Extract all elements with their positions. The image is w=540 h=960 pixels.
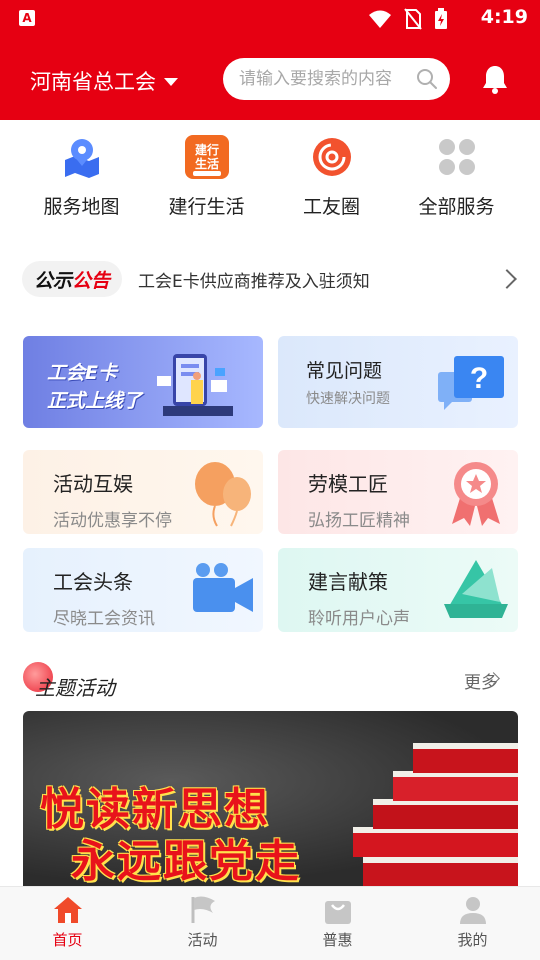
phone-illustration-icon (157, 354, 233, 416)
status-bar: A 4:19 (0, 0, 540, 36)
status-icons (368, 8, 448, 30)
region-label: 河南省总工会 (30, 70, 156, 94)
status-time: 4:19 (480, 6, 528, 28)
tab-label: 活动 (187, 931, 218, 949)
ecard-banner[interactable]: 工会E卡 正式上线了 (23, 336, 263, 428)
svg-text:生活: 生活 (194, 156, 218, 171)
card-union-news[interactable]: 工会头条 尽晓工会资讯 (23, 548, 263, 632)
notice-tag-part1: 公示 (34, 269, 73, 292)
search-icon[interactable] (416, 68, 438, 90)
question-bubble-icon: ? (438, 356, 504, 410)
tab-label: 首页 (52, 931, 83, 949)
section-title: 主题活动 (35, 676, 115, 700)
shopping-bag-icon (324, 901, 351, 924)
quick-item-workmates[interactable]: 工友圈 (269, 120, 394, 232)
tab-home[interactable]: 首页 (0, 887, 135, 960)
app-header: 河南省总工会 (0, 36, 540, 120)
user-icon (459, 897, 486, 924)
svg-text:?: ? (470, 362, 488, 395)
card-activities[interactable]: 活动互娱 活动优惠享不停 (23, 450, 263, 534)
quick-access-row: 服务地图 建行 生活 建行生活 工友圈 全部服务 (0, 120, 540, 232)
feature-line2: 永远跟党走 (71, 836, 301, 886)
circle-swirl-icon (309, 134, 355, 180)
theme-activity-banner[interactable]: 悦读新思想 永远跟党走 (23, 711, 518, 886)
award-medal-icon (452, 462, 500, 526)
card-subtitle: 弘扬工匠精神 (308, 511, 410, 531)
ccb-life-icon: 建行 生活 (184, 134, 230, 180)
svg-text:建行: 建行 (193, 142, 218, 157)
notice-tag: 公示 公告 (22, 261, 123, 297)
bottom-tab-bar: 首页 活动 普惠 我的 (0, 886, 540, 960)
quick-label: 建行生活 (168, 196, 245, 218)
faq-card[interactable]: 常见问题 快速解决问题 ? (278, 336, 518, 428)
books-image (353, 743, 518, 886)
bell-icon[interactable] (481, 64, 509, 94)
quick-label: 全部服务 (418, 196, 495, 218)
card-subtitle: 尽晓工会资讯 (53, 609, 155, 629)
chevron-right-icon[interactable] (497, 269, 517, 289)
envelope-paper-icon (444, 560, 508, 618)
tab-benefits[interactable]: 普惠 (270, 887, 405, 960)
faq-title: 常见问题 (306, 360, 383, 382)
app-notification-icon: A (19, 10, 35, 26)
region-selector[interactable]: 河南省总工会 (30, 66, 178, 96)
wifi-icon (369, 10, 391, 28)
battery-charging-icon (435, 8, 447, 29)
caret-down-icon (164, 78, 178, 86)
faq-subtitle: 快速解决问题 (306, 391, 390, 407)
balloons-icon (195, 462, 251, 527)
theme-activities-header: 主题活动 更多 (23, 660, 518, 700)
card-title: 劳模工匠 (308, 472, 388, 496)
grid-icon (434, 134, 480, 180)
tab-activities[interactable]: 活动 (135, 887, 270, 960)
tab-profile[interactable]: 我的 (405, 887, 540, 960)
flag-icon (191, 896, 215, 923)
card-model-workers[interactable]: 劳模工匠 弘扬工匠精神 (278, 450, 518, 534)
quick-item-service-map[interactable]: 服务地图 (19, 120, 144, 232)
map-pin-icon (59, 134, 105, 180)
notice-bar[interactable]: 公示 公告 工会E卡供应商推荐及入驻须知 (22, 260, 522, 298)
home-icon (53, 897, 82, 923)
no-sim-icon (404, 8, 422, 30)
tab-label: 我的 (457, 931, 488, 949)
card-subtitle: 聆听用户心声 (308, 609, 410, 629)
card-suggestions[interactable]: 建言献策 聆听用户心声 (278, 548, 518, 632)
search-box[interactable] (223, 58, 450, 100)
card-subtitle: 活动优惠享不停 (53, 511, 172, 531)
quick-label: 工友圈 (302, 196, 360, 218)
notice-text: 工会E卡供应商推荐及入驻须知 (138, 271, 370, 292)
notice-tag-part2: 公告 (72, 269, 111, 292)
quick-label: 服务地图 (43, 196, 120, 218)
video-camera-icon (193, 563, 253, 612)
tab-label: 普惠 (322, 931, 353, 949)
ecard-line2: 正式上线了 (47, 390, 143, 412)
quick-item-ccb-life[interactable]: 建行 生活 建行生活 (144, 120, 269, 232)
card-title: 工会头条 (53, 570, 133, 594)
card-title: 活动互娱 (53, 472, 133, 496)
quick-item-all-services[interactable]: 全部服务 (394, 120, 519, 232)
search-input[interactable] (239, 69, 404, 89)
card-title: 建言献策 (308, 570, 388, 594)
ecard-line1: 工会E卡 (47, 362, 117, 384)
